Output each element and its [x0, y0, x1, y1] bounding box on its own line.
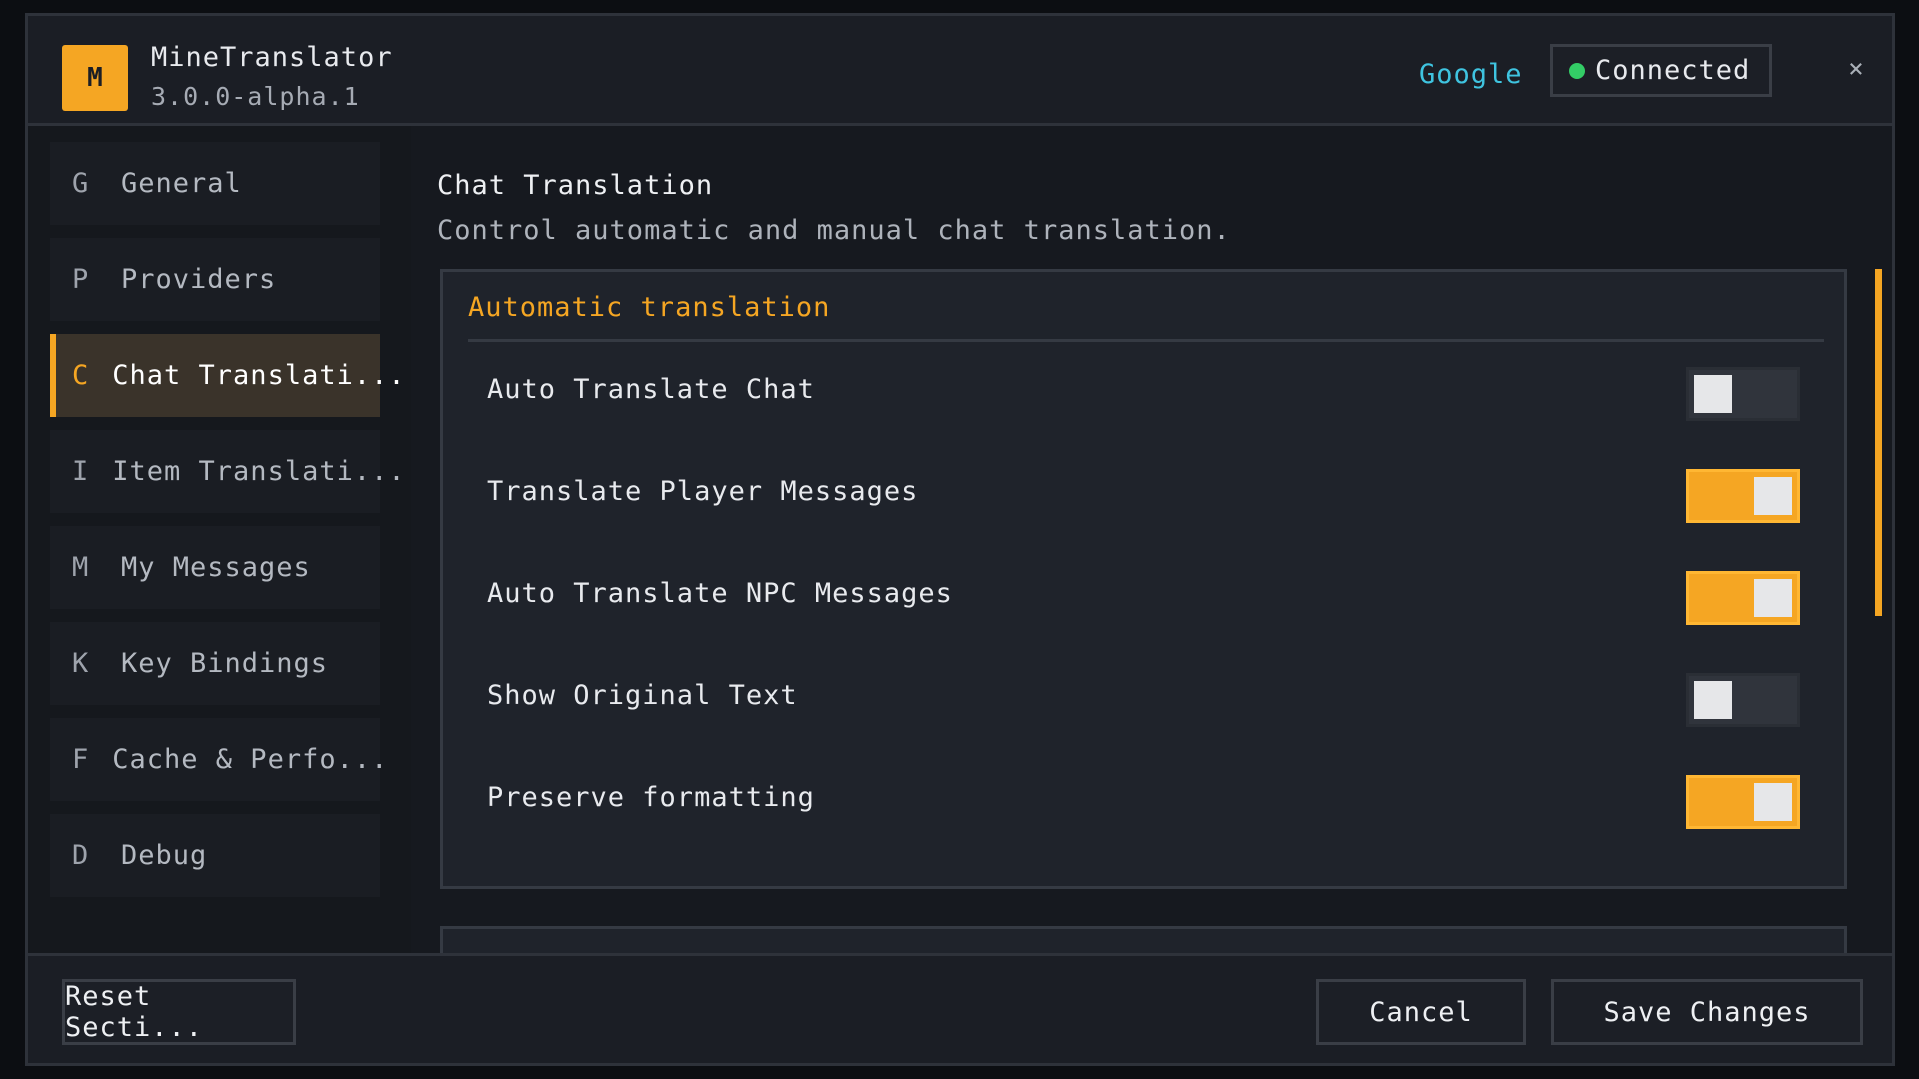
app-title: MineTranslator — [151, 42, 393, 73]
sidebar-item-cache-performance[interactable]: F Cache & Perfo... — [50, 718, 387, 801]
translate-player-messages-toggle[interactable] — [1686, 469, 1800, 523]
sidebar-item-label: Key Bindings — [121, 648, 329, 679]
sidebar-item-label: General — [121, 168, 242, 199]
status-badge: Connected — [1550, 44, 1772, 97]
sidebar-item-providers[interactable]: P Providers — [50, 238, 380, 321]
auto-translate-chat-toggle[interactable] — [1686, 367, 1800, 421]
sidebar-item-my-messages[interactable]: M My Messages — [50, 526, 380, 609]
save-changes-button[interactable]: Save Changes — [1551, 979, 1863, 1045]
settings-window: M MineTranslator 3.0.0-alpha.1 Google Co… — [25, 13, 1895, 1066]
setting-label: Show Original Text — [487, 680, 798, 711]
window-header: M MineTranslator 3.0.0-alpha.1 Google Co… — [28, 16, 1892, 126]
sidebar-item-letter: M — [72, 552, 90, 583]
window-footer: Reset Secti... Cancel Save Changes — [28, 953, 1892, 1063]
toggle-knob — [1754, 477, 1792, 515]
status-dot-icon — [1569, 62, 1585, 79]
cancel-button[interactable]: Cancel — [1316, 979, 1526, 1045]
toggle-knob — [1694, 681, 1732, 719]
close-button[interactable]: × — [1838, 51, 1874, 87]
setting-row: Preserve formatting — [443, 771, 1844, 871]
settings-card: Automatic translation Auto Translate Cha… — [440, 269, 1847, 889]
sidebar-item-item-translation[interactable]: I Item Translati... — [50, 430, 405, 513]
setting-row: Auto Translate NPC Messages — [443, 567, 1844, 667]
sidebar-item-label: My Messages — [121, 552, 311, 583]
sidebar-item-general[interactable]: G General — [50, 142, 380, 225]
status-text: Connected — [1595, 55, 1751, 86]
sidebar-nav: G General P Providers C Chat Translati..… — [28, 126, 411, 962]
sidebar-item-label: Cache & Perfo... — [112, 744, 389, 775]
app-version: 3.0.0-alpha.1 — [151, 82, 360, 111]
card-divider — [468, 339, 1824, 342]
sidebar-item-debug[interactable]: D Debug — [50, 814, 380, 897]
section-description: Control automatic and manual chat transl… — [437, 215, 1231, 246]
app-logo: M — [62, 45, 128, 111]
sidebar-item-letter: P — [72, 264, 90, 295]
setting-label: Translate Player Messages — [487, 476, 919, 507]
toggle-knob — [1694, 375, 1732, 413]
preserve-formatting-toggle[interactable] — [1686, 775, 1800, 829]
setting-row: Auto Translate Chat — [443, 363, 1844, 463]
close-icon: × — [1848, 54, 1864, 84]
sidebar-item-letter: G — [72, 168, 90, 199]
sidebar-item-letter: F — [72, 744, 90, 775]
sidebar-item-letter: C — [72, 360, 90, 391]
sidebar-item-key-bindings[interactable]: K Key Bindings — [50, 622, 380, 705]
main-panel: Chat Translation Control automatic and m… — [411, 126, 1892, 962]
setting-row: Translate Player Messages — [443, 465, 1844, 565]
scrollbar-thumb[interactable] — [1875, 269, 1882, 616]
sidebar-item-letter: D — [72, 840, 90, 871]
sidebar-item-letter: K — [72, 648, 90, 679]
toggle-knob — [1754, 579, 1792, 617]
toggle-knob — [1754, 783, 1792, 821]
setting-row: Show Original Text — [443, 669, 1844, 769]
setting-label: Preserve formatting — [487, 782, 815, 813]
setting-label: Auto Translate NPC Messages — [487, 578, 953, 609]
reset-section-button[interactable]: Reset Secti... — [62, 979, 296, 1045]
setting-label: Auto Translate Chat — [487, 374, 815, 405]
sidebar-item-label: Providers — [121, 264, 277, 295]
section-title: Chat Translation — [437, 170, 714, 201]
sidebar-item-label: Debug — [121, 840, 208, 871]
auto-translate-npc-messages-toggle[interactable] — [1686, 571, 1800, 625]
card-title: Automatic translation — [468, 292, 831, 323]
sidebar-item-chat-translation[interactable]: C Chat Translati... — [50, 334, 405, 417]
provider-link[interactable]: Google — [1419, 59, 1523, 90]
sidebar-item-letter: I — [72, 456, 90, 487]
sidebar-item-label: Chat Translati... — [112, 360, 406, 391]
show-original-text-toggle[interactable] — [1686, 673, 1800, 727]
sidebar-item-label: Item Translati... — [112, 456, 406, 487]
